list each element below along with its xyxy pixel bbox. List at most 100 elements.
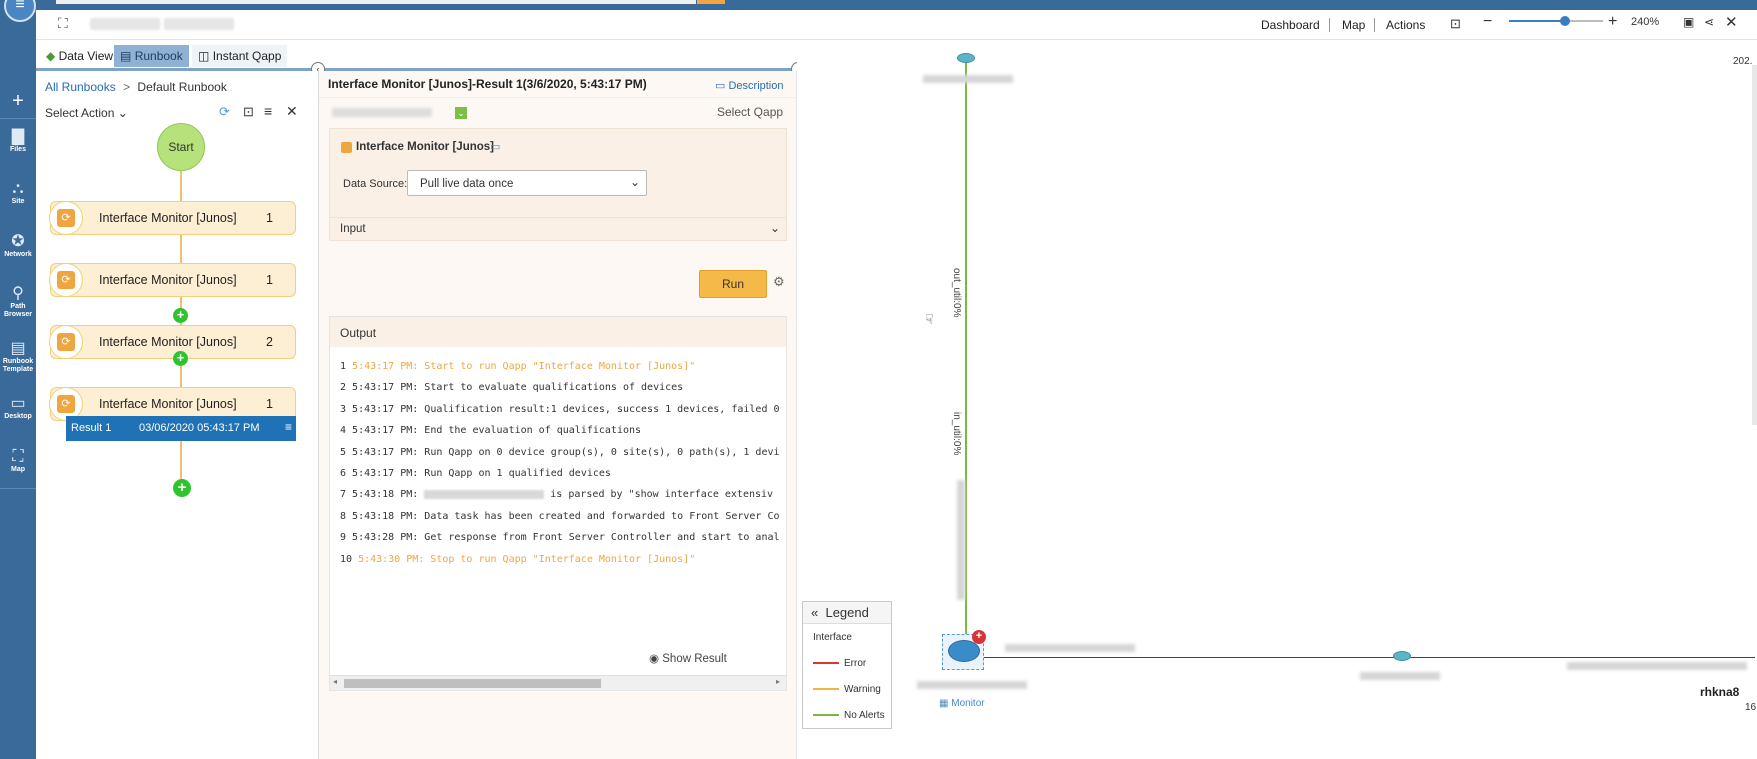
runbook-node[interactable]: ⟳ Interface Monitor [Junos] 1 <box>49 201 296 235</box>
desktop-icon: ▭ <box>10 395 26 412</box>
router-icon[interactable] <box>1393 651 1411 661</box>
zoom-level: 240% <box>1631 16 1660 28</box>
legend-item-error: Error <box>813 658 866 669</box>
qapp-icon: ◫ <box>198 49 210 63</box>
line-number: 1 <box>340 361 353 372</box>
path-icon: ⚲ <box>12 285 24 302</box>
line-text: 5:43:28 PM: Get response from Front Serv… <box>352 532 780 544</box>
link-line[interactable] <box>977 657 1755 658</box>
vertical-scrollbar[interactable] <box>1752 65 1757 425</box>
line-text: is parsed by "show interface extensiv <box>550 489 774 501</box>
input-section[interactable]: Input ⌄ <box>329 217 787 241</box>
add-icon[interactable]: + <box>0 90 36 113</box>
scroll-right-icon[interactable]: ▸ <box>776 677 780 686</box>
runbook-node[interactable]: ⟳ Interface Monitor [Junos] 1 <box>49 263 296 297</box>
legend-section: Interface <box>813 632 852 643</box>
rail-item-desktop[interactable]: ▭ Desktop <box>0 395 36 421</box>
left-rail: ≡ + ▇ Files ⛬ Site ✪ Network ⚲ Path Brow… <box>0 0 36 759</box>
chevron-down-icon[interactable]: ⌄ <box>455 107 467 119</box>
rail-item-runbook-template[interactable]: ▤ Runbook Template <box>0 340 36 374</box>
top-bar <box>36 0 1757 10</box>
close-icon[interactable]: ✕ <box>286 103 298 120</box>
qapp-node-icon: ⟳ <box>49 201 83 235</box>
fullscreen-icon[interactable]: ⛶ <box>58 15 68 32</box>
qapp-name: Interface Monitor [Junos] <box>356 141 495 153</box>
tab-runbook[interactable]: ▤ Runbook <box>114 45 189 67</box>
menu-icon[interactable]: ≡ <box>285 420 292 434</box>
zoom-in-icon[interactable]: + <box>1608 13 1617 31</box>
actions-link[interactable]: Actions <box>1386 18 1425 32</box>
rail-divider <box>0 118 36 119</box>
rail-divider <box>0 488 36 489</box>
show-result-link[interactable]: ◉ Show Result <box>649 651 727 665</box>
redacted-device <box>424 489 545 499</box>
device-selection[interactable]: + <box>942 630 986 670</box>
add-step-icon[interactable]: + <box>173 479 191 497</box>
description-icon: ▭ <box>715 80 726 92</box>
alert-plus-icon[interactable]: + <box>972 630 986 644</box>
panel-tabs: ◆ Data View ▤ Runbook ◫ Instant Qapp <box>36 42 319 69</box>
rail-item-map[interactable]: ⛶ Map <box>0 448 36 474</box>
output-header: Output <box>330 317 786 347</box>
add-step-icon[interactable]: + <box>173 351 188 366</box>
tab-instant-qapp[interactable]: ◫ Instant Qapp <box>192 45 288 67</box>
data-source-select[interactable]: Pull live data once ⌄ <box>407 170 647 196</box>
toolbar: ⛶ Dashboard Map Actions ⊡ − + 240% ▣ ⋖ ✕ <box>36 10 1757 40</box>
gear-icon[interactable]: ⚙ <box>773 274 785 290</box>
map-link[interactable]: Map <box>1342 18 1365 32</box>
out-util-label: out_util:0% <box>951 268 962 318</box>
rail-item-path-browser[interactable]: ⚲ Path Browser <box>0 285 36 319</box>
save-icon[interactable]: ▣ <box>1683 15 1694 29</box>
scroll-left-icon[interactable]: ◂ <box>333 677 337 686</box>
start-node[interactable]: Start <box>157 123 205 171</box>
collapse-icon[interactable]: « <box>811 605 818 620</box>
router-icon[interactable] <box>957 53 975 63</box>
line-text: 5:43:17 PM: Qualification result:1 devic… <box>352 403 780 415</box>
map-tab[interactable] <box>164 18 234 30</box>
select-qapp-link[interactable]: Select Qapp <box>717 105 783 119</box>
tab-data-view[interactable]: ◆ Data View <box>40 45 119 67</box>
zoom-out-icon[interactable]: − <box>1483 13 1492 31</box>
menu-icon[interactable]: ≡ <box>4 0 36 22</box>
link-line[interactable] <box>965 58 967 658</box>
device-selector[interactable] <box>332 108 432 117</box>
qapp-node-icon: ⟳ <box>49 263 83 297</box>
rail-item-site[interactable]: ⛬ Site <box>0 180 36 206</box>
breadcrumb-all-runbooks[interactable]: All Runbooks <box>45 80 116 94</box>
chevron-down-icon: ⌄ <box>630 175 641 189</box>
map-canvas[interactable]: 202. out_util:0% in_util:0% ☟ + ▦ Monito… <box>797 40 1757 759</box>
share-icon[interactable]: ⋖ <box>1704 15 1714 29</box>
device-name[interactable]: rhkna8 <box>1700 685 1739 699</box>
flow-connector <box>180 441 182 481</box>
refresh-icon[interactable]: ⟳ <box>219 104 230 120</box>
search-button[interactable] <box>697 0 725 4</box>
run-button[interactable]: Run <box>699 270 767 298</box>
scrollbar-thumb[interactable] <box>344 679 601 688</box>
monitor-link[interactable]: ▦ Monitor <box>939 698 985 709</box>
horizontal-scrollbar[interactable]: ◂ ▸ <box>330 675 786 690</box>
add-step-icon[interactable]: + <box>173 308 188 323</box>
search-box[interactable] <box>56 0 696 4</box>
rail-item-files[interactable]: ▇ Files <box>0 128 36 154</box>
select-action-dropdown[interactable]: Select Action ⌄ <box>45 106 128 120</box>
zoom-slider-handle[interactable] <box>1560 16 1571 26</box>
description-link[interactable]: ▭ Description <box>715 79 784 92</box>
result-row[interactable]: Result 1 03/06/2020 05:43:17 PM ≡ <box>66 416 296 441</box>
zoom-slider[interactable] <box>1509 16 1603 26</box>
device-label-top-right: 202. <box>1733 56 1753 67</box>
rail-item-network[interactable]: ✪ Network <box>0 233 36 259</box>
output-panel: Output 1 5:43:17 PM: Start to run Qapp "… <box>329 316 787 691</box>
map-tab[interactable] <box>90 18 160 30</box>
legend-header[interactable]: « Legend <box>803 602 891 624</box>
flow-connector <box>180 171 182 201</box>
focus-icon[interactable]: ⊡ <box>243 104 254 120</box>
fit-view-icon[interactable]: ⊡ <box>1450 16 1461 32</box>
list-icon[interactable]: ≡ <box>264 103 272 119</box>
output-line: 1 5:43:17 PM: Start to run Qapp "Interfa… <box>340 361 780 372</box>
edit-icon[interactable]: ▭ <box>490 140 500 153</box>
close-icon[interactable]: ✕ <box>1725 13 1738 31</box>
line-number: 5 <box>340 446 353 458</box>
interface-label <box>1567 662 1747 670</box>
dashboard-link[interactable]: Dashboard <box>1261 18 1320 32</box>
map-icon: ⛶ <box>12 448 24 465</box>
